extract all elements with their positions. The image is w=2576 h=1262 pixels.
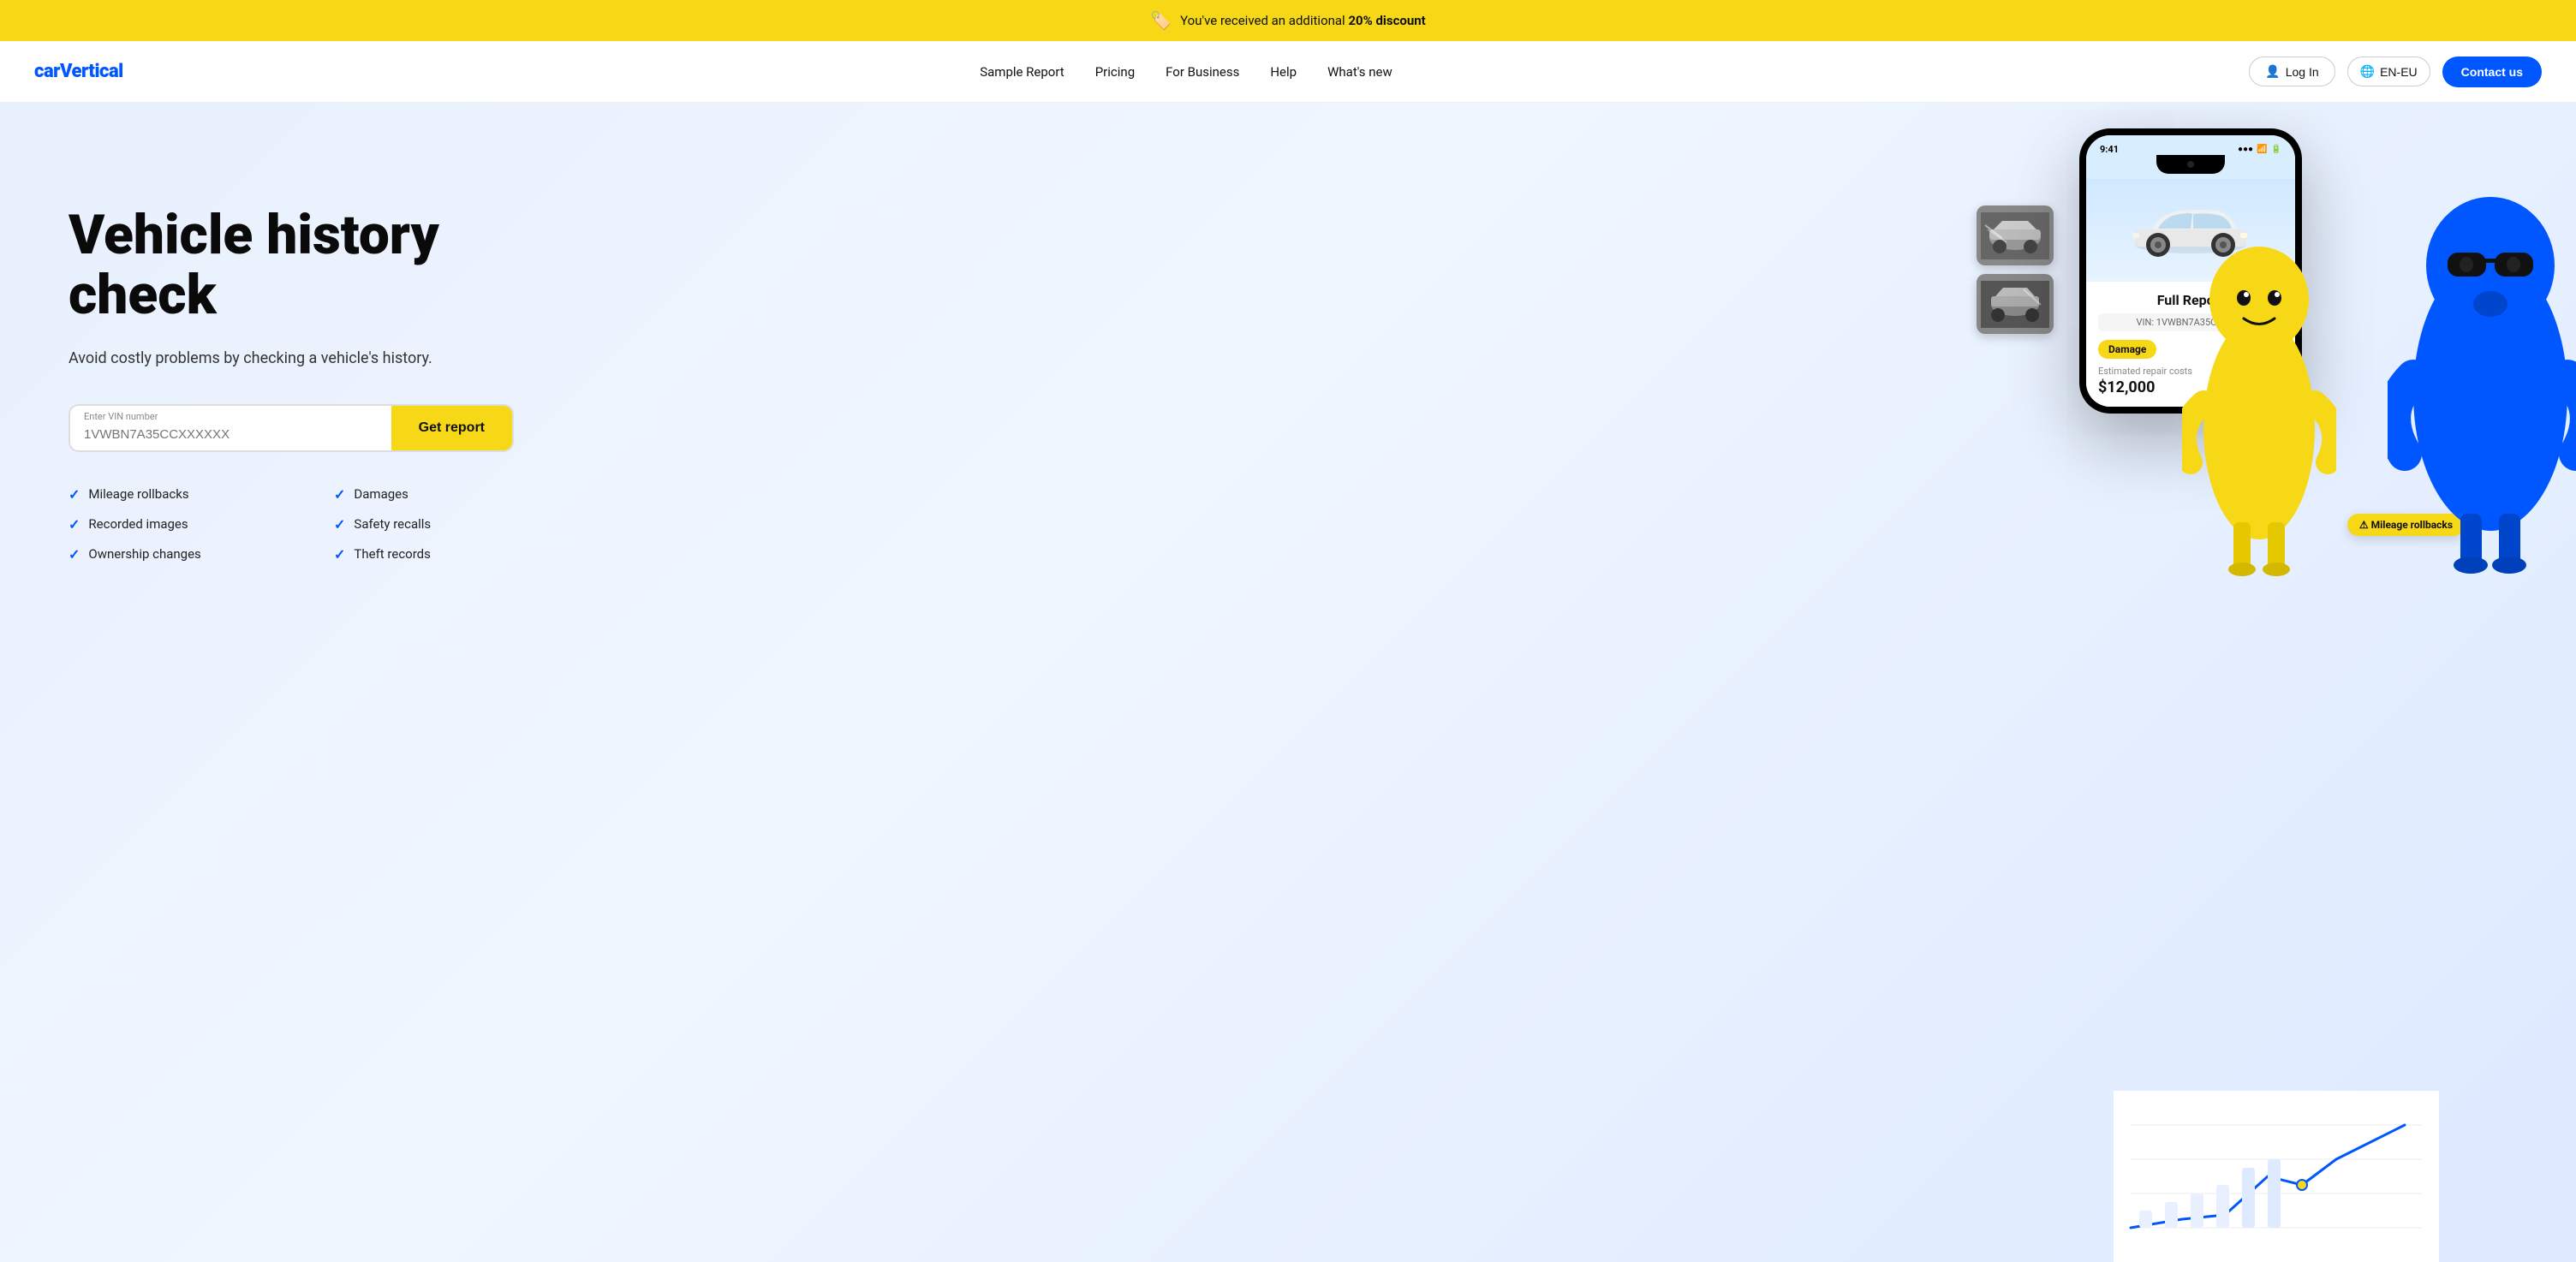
promo-banner: 🏷️ You've received an additional 20% dis… <box>0 0 2576 41</box>
nav-help[interactable]: Help <box>1270 64 1297 80</box>
check-ownership-changes: ✓ Ownership changes <box>69 546 283 563</box>
login-button[interactable]: 👤 Log In <box>2249 57 2334 86</box>
hero-content: Vehicle history check Avoid costly probl… <box>69 171 548 563</box>
hero-subtitle: Avoid costly problems by checking a vehi… <box>69 347 548 370</box>
checkmark-icon: ✓ <box>69 516 80 533</box>
globe-icon: 🌐 <box>2360 64 2375 79</box>
mascot-blue <box>2388 154 2576 582</box>
checkmark-icon: ✓ <box>334 486 345 503</box>
check-theft-records: ✓ Theft records <box>334 546 548 563</box>
get-report-button[interactable]: Get report <box>391 406 512 450</box>
check-mileage-rollbacks: ✓ Mileage rollbacks <box>69 486 283 503</box>
nav-pricing[interactable]: Pricing <box>1095 64 1135 80</box>
contact-button[interactable]: Contact us <box>2442 57 2542 87</box>
nav-actions: 👤 Log In 🌐 EN-EU Contact us <box>2249 57 2542 87</box>
main-nav: carVertical Sample Report Pricing For Bu… <box>0 41 2576 103</box>
checkmark-icon: ✓ <box>334 546 345 563</box>
vin-input[interactable] <box>84 424 378 445</box>
damage-photo-1 <box>1977 205 2054 265</box>
user-icon: 👤 <box>2265 64 2280 79</box>
vin-input-wrapper: Enter VIN number <box>70 406 391 450</box>
damage-badge: Damage <box>2098 340 2156 359</box>
phone-time: 9:41 <box>2100 144 2119 155</box>
language-selector[interactable]: 🌐 EN-EU <box>2347 57 2430 86</box>
damage-photo-2 <box>1977 274 2054 334</box>
vin-label: Enter VIN number <box>84 411 378 422</box>
damage-photos <box>1977 205 2054 334</box>
mascot-yellow <box>2182 188 2336 582</box>
mileage-chart <box>2114 1091 2439 1262</box>
feature-checklist: ✓ Mileage rollbacks ✓ Damages ✓ Recorded… <box>69 486 548 563</box>
nav-for-business[interactable]: For Business <box>1166 64 1239 80</box>
vin-form: Enter VIN number Get report <box>69 404 514 452</box>
nav-whats-new[interactable]: What's new <box>1327 64 1392 80</box>
check-damages: ✓ Damages <box>334 486 548 503</box>
hero-illustration: 9:41 ●●● 📶 🔋 <box>1805 103 2576 1262</box>
hero-section: Vehicle history check Avoid costly probl… <box>0 103 2576 1262</box>
check-recorded-images: ✓ Recorded images <box>69 516 283 533</box>
banner-text: You've received an additional 20% discou… <box>1180 13 1426 28</box>
nav-links: Sample Report Pricing For Business Help … <box>980 64 1392 80</box>
nav-sample-report[interactable]: Sample Report <box>980 64 1064 80</box>
discount-icon: 🏷️ <box>1150 10 1172 31</box>
checkmark-icon: ✓ <box>334 516 345 533</box>
checkmark-icon: ✓ <box>69 486 80 503</box>
logo[interactable]: carVertical <box>34 61 123 82</box>
check-safety-recalls: ✓ Safety recalls <box>334 516 548 533</box>
checkmark-icon: ✓ <box>69 546 80 563</box>
hero-title: Vehicle history check <box>69 205 548 326</box>
